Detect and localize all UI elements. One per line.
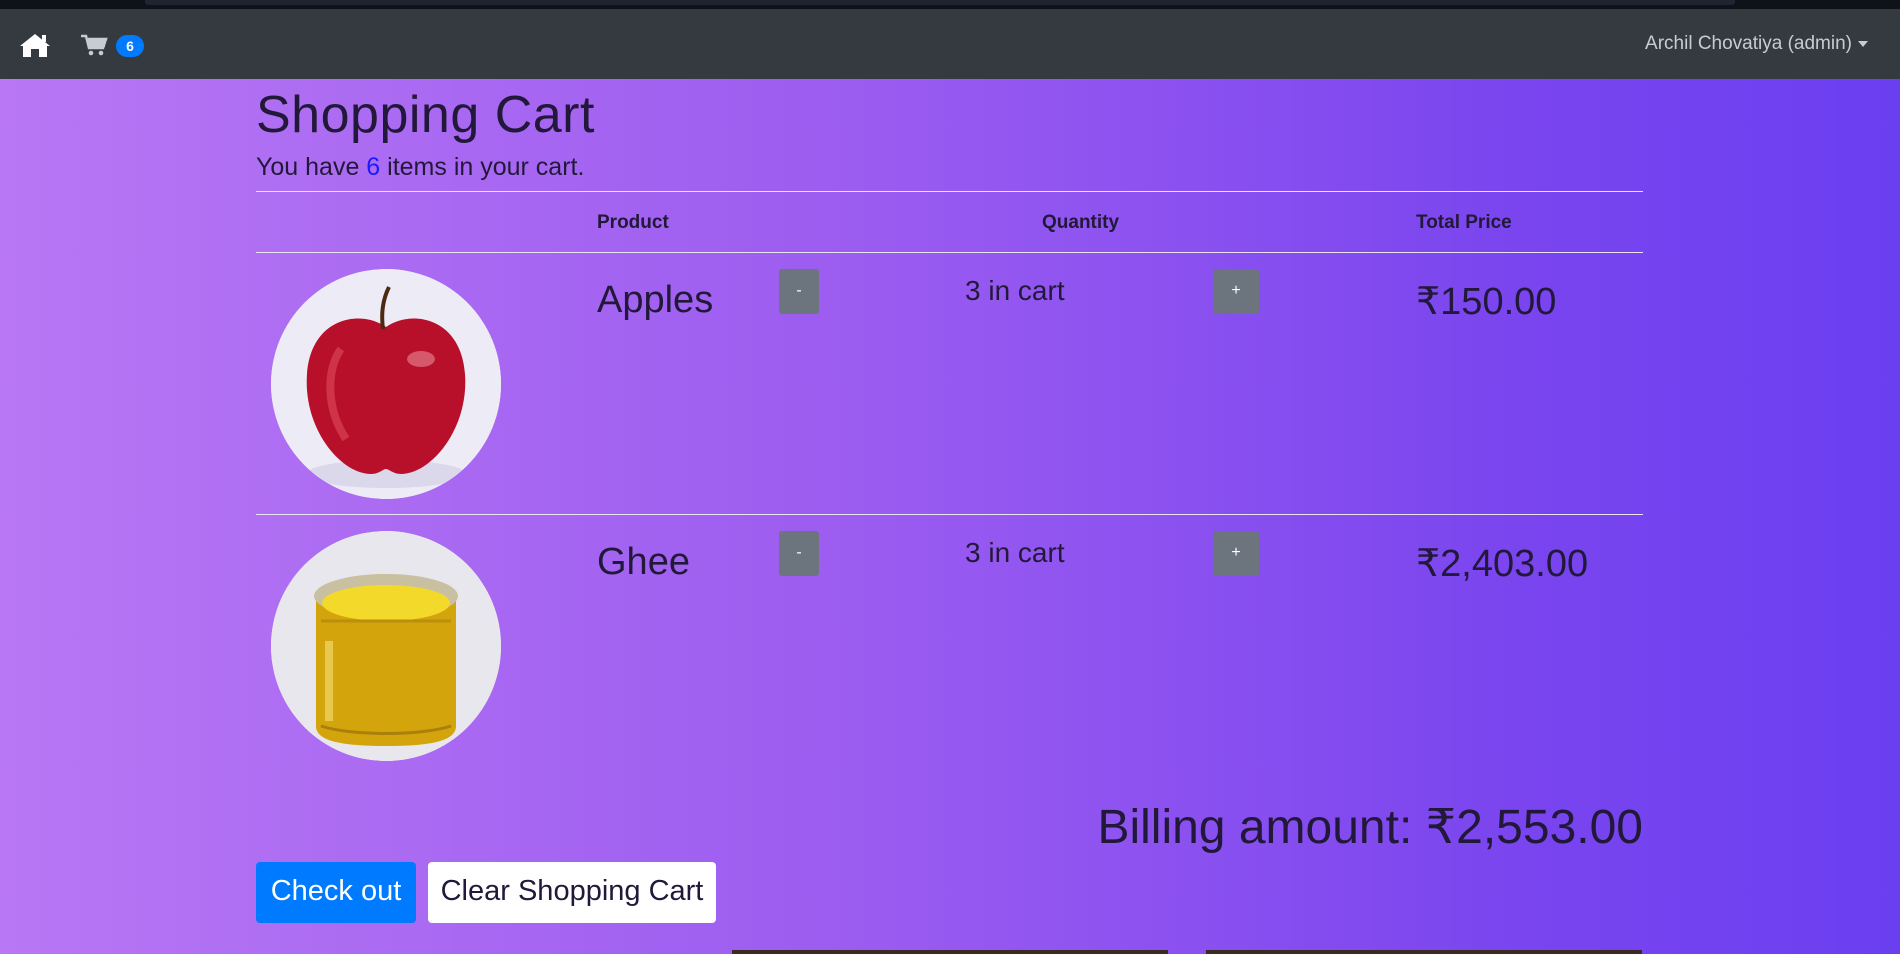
quantity-text-apples: 3 in cart (965, 275, 1065, 306)
home-icon[interactable] (18, 31, 52, 59)
browser-top-strip (0, 0, 1900, 9)
decrement-quantity-button-apples[interactable]: - (779, 269, 819, 314)
billing-amount: Billing amount: ₹2,553.00 (1097, 801, 1643, 854)
cart-summary-text: You have 6 items in your cart. (256, 153, 584, 182)
quantity-text-ghee: 3 in cart (965, 537, 1065, 568)
user-menu-dropdown[interactable]: Archil Chovatiya (admin) (1645, 33, 1868, 55)
related-product-image-peek (732, 950, 1168, 954)
related-product-image-peek (1206, 950, 1642, 954)
product-image-apples (271, 269, 501, 499)
row-divider (256, 514, 1643, 515)
increment-quantity-button-ghee[interactable]: + (1213, 531, 1259, 576)
summary-item-count: 6 (366, 153, 381, 181)
column-header-quantity: Quantity (1042, 212, 1120, 233)
increment-quantity-button-apples[interactable]: + (1213, 269, 1259, 314)
cart-count-badge[interactable]: 6 (116, 35, 144, 57)
shopping-cart-icon[interactable] (80, 33, 108, 57)
table-header-divider (256, 252, 1643, 253)
total-price-ghee: ₹2,403.00 (1416, 543, 1589, 585)
total-price-apples: ₹150.00 (1416, 281, 1557, 323)
table-top-divider (256, 191, 1643, 192)
summary-prefix: You have (256, 153, 367, 181)
product-name-apples[interactable]: Apples (597, 279, 713, 322)
clear-cart-button[interactable]: Clear Shopping Cart (428, 862, 716, 923)
summary-suffix: items in your cart. (380, 153, 585, 181)
chevron-down-icon (1858, 40, 1868, 47)
decrement-quantity-button-ghee[interactable]: - (779, 531, 819, 576)
user-menu-label: Archil Chovatiya (admin) (1645, 33, 1852, 54)
product-name-ghee[interactable]: Ghee (597, 541, 690, 584)
browser-tab-edge (145, 0, 1735, 5)
product-image-ghee (271, 531, 501, 761)
page-title: Shopping Cart (256, 86, 595, 144)
navbar: 6 Archil Chovatiya (admin) (0, 9, 1900, 79)
checkout-button[interactable]: Check out (256, 862, 416, 923)
column-header-total-price: Total Price (1416, 212, 1512, 233)
column-header-product: Product (597, 212, 669, 233)
